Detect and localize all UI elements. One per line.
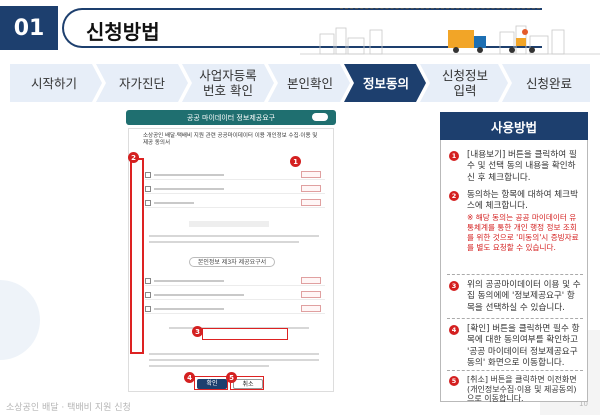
step-business-number: 사업자등록 번호 확인 <box>199 68 257 98</box>
scooter-icon <box>509 29 535 53</box>
highlight-confirm <box>194 376 228 390</box>
marker-4: 4 <box>184 372 195 383</box>
marker-2: 2 <box>128 152 139 163</box>
consent-screenshot: 공공 마이데이터 정보제공요구 소상공인 배달·택배비 지원 관련 공공마이데이… <box>126 110 336 392</box>
footer-text: 소상공인 배달 · 택배비 지원 신청 <box>6 403 131 413</box>
usage-number: 1 <box>449 151 459 161</box>
highlight-spacer <box>294 164 324 308</box>
usage-number: 4 <box>449 325 459 335</box>
background-shape-left <box>0 280 40 360</box>
header-divider <box>340 8 540 9</box>
usage-number: 5 <box>449 376 459 386</box>
usage-text: 동의하는 항목에 대하여 체크박스에 체크합니다. ※ 해당 동의는 공공 마이… <box>467 190 581 253</box>
marker-3: 3 <box>192 326 203 337</box>
usage-text: [취소] 버튼을 클릭하면 이전화면(개인정보수집·이용 및 제공동의)으로 이… <box>467 375 577 404</box>
screenshot-divider <box>189 221 269 227</box>
usage-title: 사용방법 <box>440 112 588 140</box>
usage-text: 위의 공공마이데이터 이용 및 수집 동의에에 '정보제공요구' 항목을 선택하… <box>467 280 581 313</box>
step-application-input: 신청정보 입력 <box>441 68 488 98</box>
usage-note: ※ 해당 동의는 공공 마이데이터 유통체계를 통한 개인 행정 정보 조회를 … <box>467 212 579 252</box>
screenshot-intro: 소상공인 배달·택배비 지원 관련 공공마이데이터 이용 개인정보 수집·이용 … <box>143 133 318 146</box>
page-header: 01 신청방법 <box>0 0 600 58</box>
screenshot-subhead: 본인정보 제3자 제공요구서 <box>189 257 275 267</box>
screenshot-text-line <box>149 241 299 243</box>
screenshot-text-line <box>149 359 319 361</box>
screenshot-text-line <box>149 353 319 355</box>
step-complete: 신청완료 <box>525 75 572 91</box>
step-consent-active: 정보동의 <box>362 75 409 91</box>
marker-5: 5 <box>226 372 237 383</box>
usage-text: [내용보기] 버튼을 클릭하여 필수 및 선택 동의 내용을 확인하신 후 체크… <box>467 150 577 183</box>
highlight-option <box>202 328 288 340</box>
highlight-checkbox-column <box>130 158 144 354</box>
page-title: 신청방법 <box>86 20 160 44</box>
usage-text: [확인] 버튼을 클릭하면 필수 항목에 대한 동의여부를 확인하고 '공공 마… <box>467 324 580 369</box>
screenshot-banner: 공공 마이데이터 정보제공요구 <box>126 110 336 125</box>
page-number: 10 <box>579 400 588 408</box>
toggle-icon <box>312 113 328 121</box>
usage-divider <box>447 274 583 275</box>
usage-text-main: 동의하는 항목에 대하여 체크박스에 체크합니다. <box>467 190 578 212</box>
delivery-illustration <box>300 25 600 55</box>
step-navigation: 시작하기 자가진단 사업자등록 번호 확인 본인확인 정보동의 신청정보 입력 … <box>10 64 590 102</box>
marker-1: 1 <box>290 156 301 167</box>
screenshot-banner-text: 공공 마이데이터 정보제공요구 <box>186 113 276 122</box>
step-start: 시작하기 <box>30 75 77 91</box>
usage-number: 2 <box>449 191 459 201</box>
step-self-diagnosis: 자가진단 <box>118 75 165 91</box>
section-number: 01 <box>0 6 58 50</box>
step-identity: 본인확인 <box>286 75 333 91</box>
usage-body: 1 [내용보기] 버튼을 클릭하여 필수 및 선택 동의 내용을 확인하신 후 … <box>440 140 588 404</box>
screenshot-text-line <box>149 365 269 367</box>
usage-number: 3 <box>449 281 459 291</box>
usage-divider <box>447 370 583 371</box>
truck-icon <box>448 30 486 53</box>
usage-panel: 사용방법 1 [내용보기] 버튼을 클릭하여 필수 및 선택 동의 내용을 확인… <box>440 112 588 404</box>
usage-divider <box>447 318 583 319</box>
